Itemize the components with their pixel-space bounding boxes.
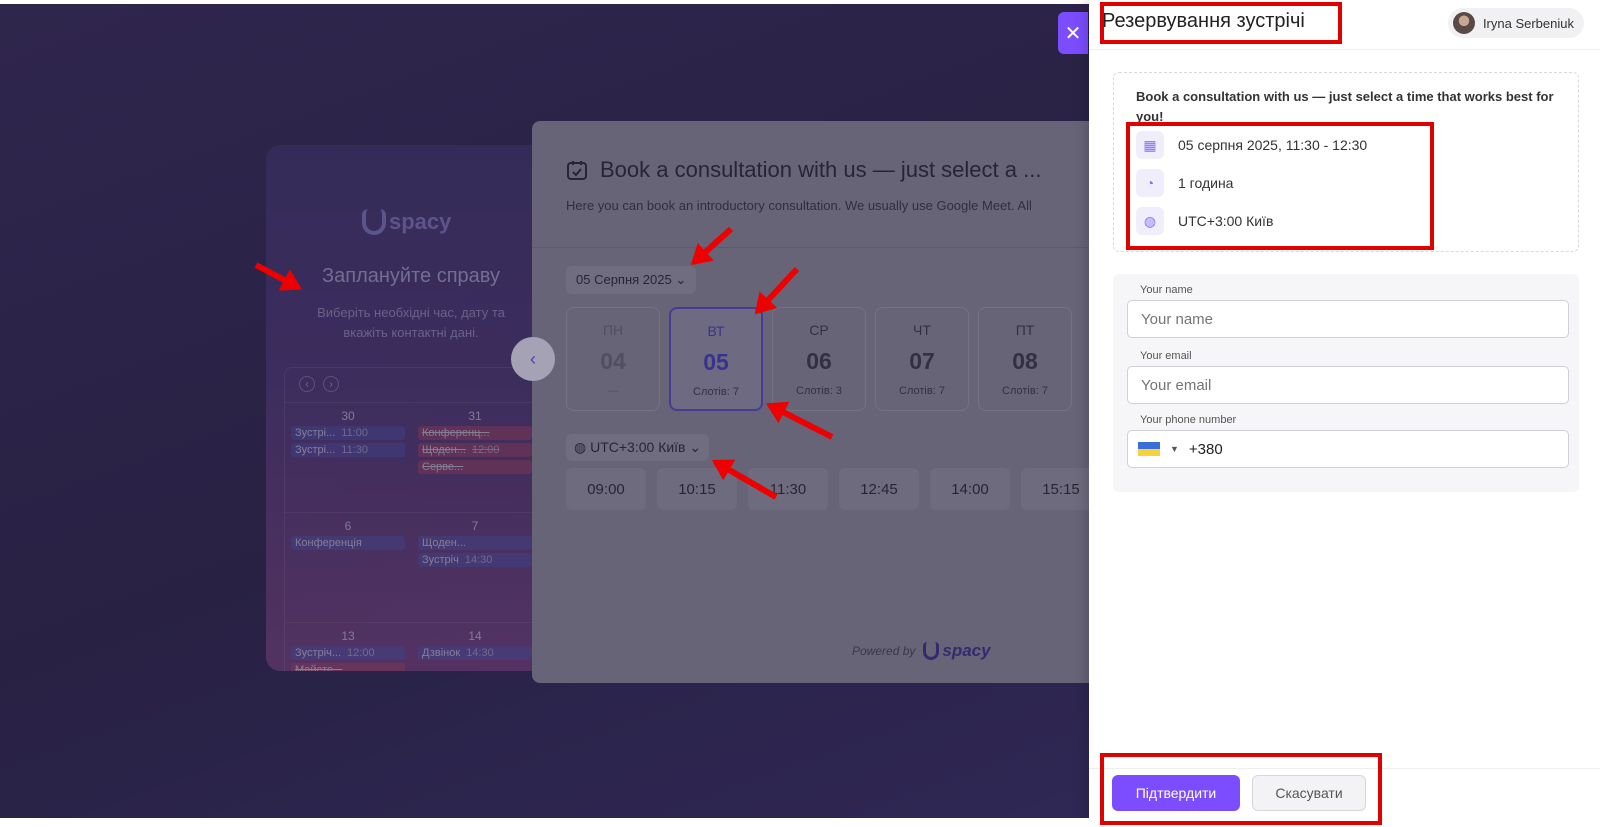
name-label: Your name xyxy=(1140,284,1193,296)
annotation-box-buttons xyxy=(1100,753,1382,825)
close-icon[interactable]: ✕ xyxy=(1058,12,1088,54)
annotation-box-title xyxy=(1100,2,1342,44)
email-field[interactable] xyxy=(1127,366,1569,404)
annotation-box-summary xyxy=(1126,122,1434,250)
email-label: Your email xyxy=(1140,350,1192,362)
user-name: Iryna Serbeniuk xyxy=(1482,15,1574,31)
phone-value: +380 xyxy=(1188,440,1223,458)
overlay-dim xyxy=(0,4,1089,818)
user-chip[interactable]: Iryna Serbeniuk xyxy=(1447,8,1584,38)
contact-form: Your name Your email Your phone number ▼… xyxy=(1113,274,1579,492)
screen: spacy Заплануйте справу Виберіть необхід… xyxy=(0,0,1600,827)
phone-label: Your phone number xyxy=(1140,414,1237,426)
avatar xyxy=(1452,12,1475,34)
name-field[interactable] xyxy=(1127,300,1569,338)
caret-down-icon[interactable]: ▼ xyxy=(1170,444,1179,454)
phone-field[interactable]: ▼ +380 xyxy=(1127,430,1569,468)
back-arrow-icon[interactable]: ‹ xyxy=(511,337,555,381)
summary-lead: Book a consultation with us — just selec… xyxy=(1136,89,1554,124)
ukraine-flag-icon[interactable] xyxy=(1138,442,1160,456)
bottom-strip xyxy=(0,818,1089,827)
